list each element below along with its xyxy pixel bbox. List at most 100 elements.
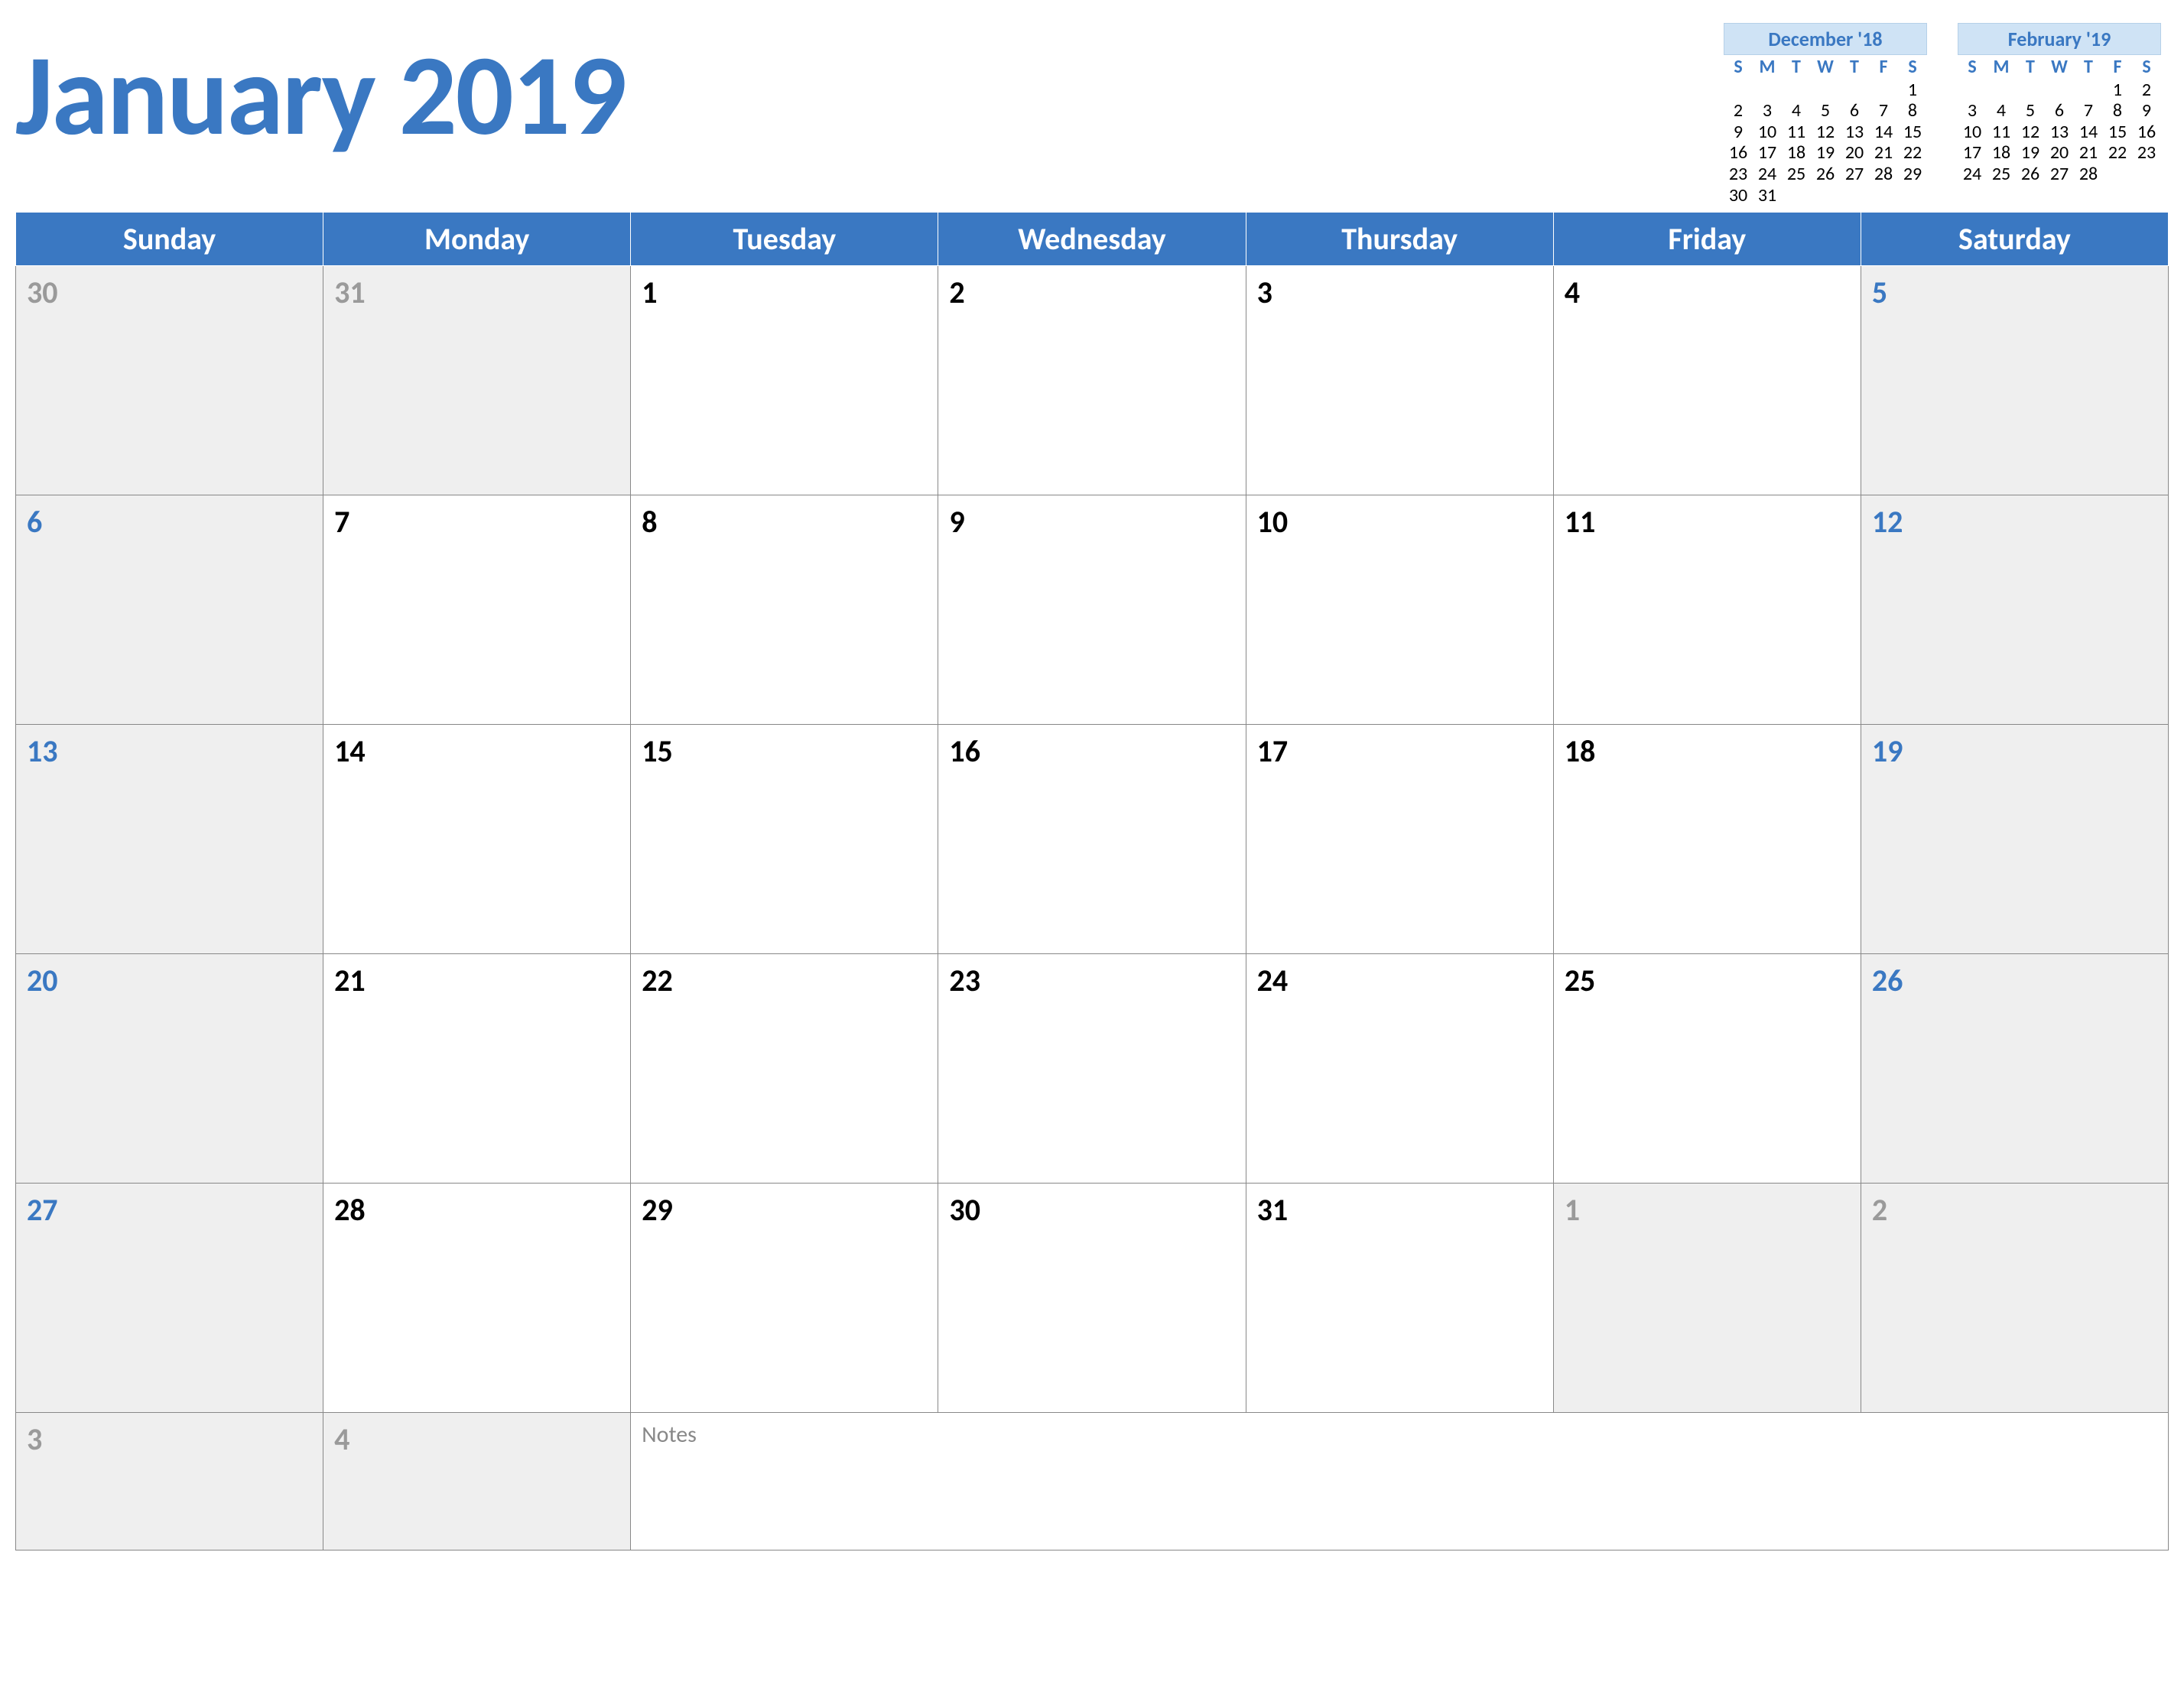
day-number: 30	[949, 1191, 1234, 1229]
calendar-cell[interactable]: 28	[323, 1184, 631, 1413]
weekday-header: Sunday	[16, 213, 323, 266]
calendar-cell[interactable]: 11	[1553, 495, 1861, 725]
calendar-cell[interactable]: 26	[1861, 954, 2168, 1184]
mini-day: 12	[2016, 122, 2045, 143]
mini-weekday: S	[1898, 55, 1927, 80]
mini-calendar-next-title: February '19	[1958, 23, 2161, 55]
mini-day: 17	[1958, 142, 1987, 164]
calendar-cell[interactable]: 30	[16, 266, 323, 495]
day-number: 13	[27, 732, 312, 770]
calendar-cell[interactable]: 1	[631, 266, 938, 495]
calendar-cell[interactable]: 12	[1861, 495, 2168, 725]
calendar-cell[interactable]: 18	[1553, 725, 1861, 954]
mini-day: 22	[2103, 142, 2132, 164]
mini-day: 21	[1869, 142, 1898, 164]
calendar-cell[interactable]: 9	[938, 495, 1246, 725]
day-number: 10	[1257, 503, 1542, 541]
calendar-cell[interactable]: 31	[323, 266, 631, 495]
calendar-cell[interactable]: 31	[1246, 1184, 1553, 1413]
mini-day: 20	[2045, 142, 2074, 164]
day-number: 6	[27, 503, 312, 541]
calendar-cell[interactable]: 7	[323, 495, 631, 725]
mini-day: 9	[1724, 122, 1753, 143]
mini-day: 5	[1811, 100, 1840, 122]
mini-calendar-prev-title: December '18	[1724, 23, 1927, 55]
mini-day: 23	[1724, 164, 1753, 185]
calendar-cell[interactable]: 23	[938, 954, 1246, 1184]
calendar-cell[interactable]: 8	[631, 495, 938, 725]
calendar-cell[interactable]: 10	[1246, 495, 1553, 725]
calendar-cell[interactable]: 15	[631, 725, 938, 954]
mini-day: 7	[1869, 100, 1898, 122]
day-number: 2	[949, 274, 1234, 311]
calendar-cell[interactable]: 4	[323, 1413, 631, 1550]
day-number: 5	[1872, 274, 2157, 311]
day-number: 29	[642, 1191, 927, 1229]
calendar-cell[interactable]: 20	[16, 954, 323, 1184]
notes-label: Notes	[642, 1421, 2157, 1449]
calendar-cell[interactable]: 2	[938, 266, 1246, 495]
mini-day: 25	[1987, 164, 2016, 185]
calendar-cell[interactable]: 2	[1861, 1184, 2168, 1413]
day-number: 31	[1257, 1191, 1542, 1229]
mini-calendar-prev: December '18 SMTWTFS ......1234567891011…	[1724, 23, 1927, 206]
calendar-cell[interactable]: 29	[631, 1184, 938, 1413]
day-number: 24	[1257, 962, 1542, 999]
mini-weekday: F	[2103, 55, 2132, 80]
mini-day: 3	[1958, 100, 1987, 122]
calendar-cell[interactable]: 17	[1246, 725, 1553, 954]
calendar-cell[interactable]: 3	[16, 1413, 323, 1550]
mini-day: 4	[1987, 100, 2016, 122]
mini-day: 16	[2132, 122, 2161, 143]
mini-day: 24	[1958, 164, 1987, 185]
mini-day: 1	[1898, 80, 1927, 101]
calendar-cell[interactable]: 5	[1861, 266, 2168, 495]
day-number: 4	[334, 1421, 619, 1458]
calendar-row: 6789 10 11 12	[16, 495, 2169, 725]
calendar-cell[interactable]: 1	[1553, 1184, 1861, 1413]
day-number: 20	[27, 962, 312, 999]
calendar-cell[interactable]: 4	[1553, 266, 1861, 495]
day-number: 9	[949, 503, 1234, 541]
calendar-cell[interactable]: 27	[16, 1184, 323, 1413]
mini-day: 25	[1782, 164, 1811, 185]
mini-day: 2	[1724, 100, 1753, 122]
mini-day: 3	[1753, 100, 1782, 122]
calendar-cell[interactable]: 19	[1861, 725, 2168, 954]
day-number: 2	[1872, 1191, 2157, 1229]
mini-day: 17	[1753, 142, 1782, 164]
calendar-cell[interactable]: 25	[1553, 954, 1861, 1184]
mini-day: 4	[1782, 100, 1811, 122]
calendar-grid: SundayMondayTuesdayWednesdayThursdayFrid…	[15, 212, 2169, 1550]
day-number: 19	[1872, 732, 2157, 770]
calendar-cell[interactable]: 14	[323, 725, 631, 954]
notes-row: 34 Notes	[16, 1413, 2169, 1550]
calendar-cell[interactable]: 16	[938, 725, 1246, 954]
mini-day: 19	[2016, 142, 2045, 164]
day-number: 11	[1565, 503, 1850, 541]
mini-day: 27	[2045, 164, 2074, 185]
calendar-cell[interactable]: 3	[1246, 266, 1553, 495]
calendar-cell[interactable]: 30	[938, 1184, 1246, 1413]
mini-weekday: T	[2016, 55, 2045, 80]
calendar-row: 303112345	[16, 266, 2169, 495]
mini-day: 10	[1958, 122, 1987, 143]
calendar-cell[interactable]: 21	[323, 954, 631, 1184]
mini-calendars: December '18 SMTWTFS ......1234567891011…	[1724, 15, 2169, 206]
weekday-header: Tuesday	[631, 213, 938, 266]
calendar-cell[interactable]: 22	[631, 954, 938, 1184]
mini-day: 2	[2132, 80, 2161, 101]
mini-day: 26	[2016, 164, 2045, 185]
mini-day: 18	[1987, 142, 2016, 164]
calendar-cell[interactable]: 24	[1246, 954, 1553, 1184]
mini-day: 12	[1811, 122, 1840, 143]
mini-day: 9	[2132, 100, 2161, 122]
mini-day: 15	[1898, 122, 1927, 143]
calendar-cell[interactable]: 6	[16, 495, 323, 725]
day-number: 3	[1257, 274, 1542, 311]
day-number: 1	[1565, 1191, 1850, 1229]
notes-cell[interactable]: Notes	[631, 1413, 2169, 1550]
calendar-cell[interactable]: 13	[16, 725, 323, 954]
mini-weekday: S	[1724, 55, 1753, 80]
mini-day: 28	[2074, 164, 2103, 185]
